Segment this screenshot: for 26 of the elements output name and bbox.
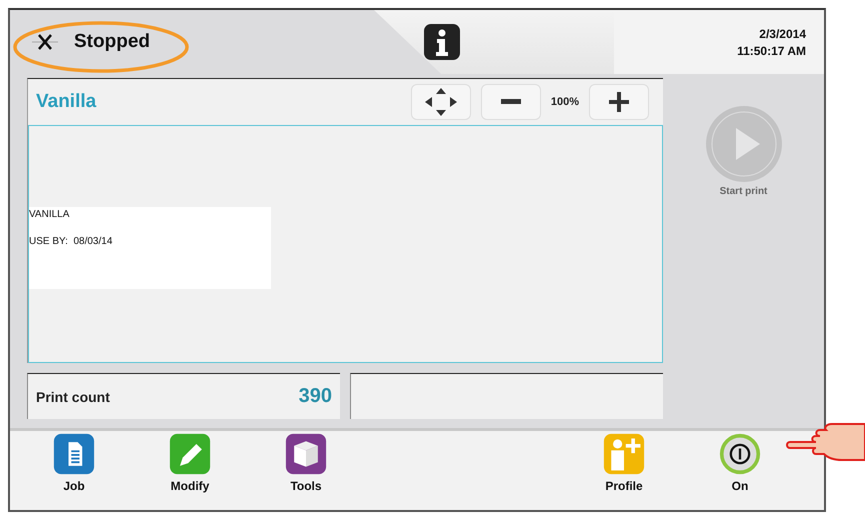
label-text: VANILLA (29, 209, 70, 220)
zoom-level: 100% (550, 96, 579, 108)
power-button[interactable]: On (700, 433, 780, 493)
minus-icon (500, 99, 521, 105)
date-text: 2/3/2014 (759, 26, 806, 40)
info-icon[interactable] (424, 24, 460, 60)
zoom-in-button[interactable] (589, 84, 649, 120)
tools-button[interactable]: Tools (266, 433, 346, 493)
time-text: 11:50:17 AM (737, 44, 806, 58)
move-icon (424, 87, 458, 117)
add-user-icon (601, 433, 647, 475)
counter-value: 390 (298, 385, 332, 408)
profile-button[interactable]: Profile (584, 433, 664, 493)
job-button[interactable]: Job (34, 433, 114, 493)
job-name: Vanilla (36, 91, 96, 113)
counter-label: Print count (36, 388, 110, 404)
move-button[interactable] (410, 84, 471, 120)
cube-icon (283, 433, 329, 475)
status-text: Stopped (74, 31, 150, 53)
power-icon (717, 433, 763, 475)
plus-icon (609, 92, 629, 112)
pencil-icon (167, 433, 213, 475)
zoom-out-button[interactable] (480, 84, 541, 120)
document-icon (51, 433, 97, 475)
modify-button[interactable]: Modify (150, 433, 230, 493)
label-text: USE BY: 08/03/14 (29, 236, 114, 247)
